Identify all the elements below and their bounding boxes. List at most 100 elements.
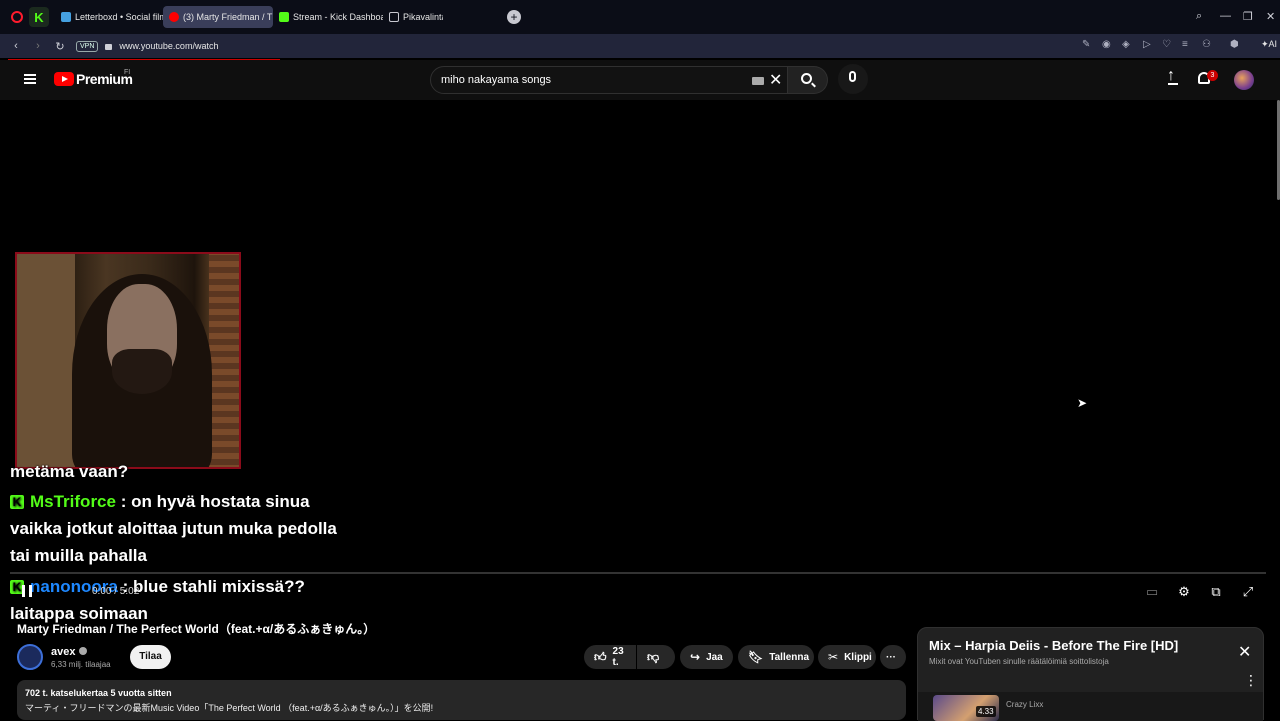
time-display: 0:00 / 5:02 bbox=[92, 586, 140, 597]
ai-button[interactable]: ✦AI bbox=[1261, 39, 1277, 50]
more-vert-icon[interactable]: ⋮ bbox=[1244, 672, 1258, 689]
keyboard-icon[interactable] bbox=[752, 77, 764, 85]
description-text: マーティ・フリードマンの最新Music Video「The Perfect Wo… bbox=[25, 703, 434, 713]
microphone-icon bbox=[849, 71, 856, 82]
mix-artist: Crazy Lixx bbox=[1006, 700, 1044, 709]
like-count: 23 t. bbox=[612, 646, 624, 668]
chat-text: : on hyvä hostata sinua bbox=[115, 492, 310, 511]
thumbs-up-icon: 👍︎ bbox=[594, 649, 607, 664]
mix-list-item[interactable]: 4.33 Crazy Lixx bbox=[918, 692, 1263, 721]
kick-badge-icon: K bbox=[10, 495, 24, 509]
channel-name-text[interactable]: avex bbox=[51, 646, 75, 658]
mix-playlist-panel: Mix – Harpia Deiis - Before The Fire [HD… bbox=[917, 627, 1264, 721]
youtube-favicon-icon bbox=[169, 12, 179, 22]
play-icon[interactable]: ▷ bbox=[1143, 39, 1151, 50]
restore-icon[interactable]: ❐ bbox=[1243, 10, 1253, 23]
search-tabs-icon[interactable]: ⌕ bbox=[1196, 10, 1202, 23]
save-button[interactable]: 🔖︎ Tallenna bbox=[738, 645, 814, 669]
search-input[interactable]: miho nakayama songs ✕ bbox=[430, 66, 788, 94]
youtube-header: Premium FI miho nakayama songs ✕ bbox=[0, 60, 1280, 100]
webcam-wall bbox=[209, 254, 239, 467]
chat-line: tai muilla pahalla bbox=[10, 546, 147, 566]
mix-duration: 4.33 bbox=[976, 706, 996, 717]
share-label: Jaa bbox=[706, 651, 723, 663]
extension-icon[interactable]: ⬢ bbox=[1230, 39, 1239, 50]
tab-youtube[interactable]: (3) Marty Friedman / The P bbox=[163, 6, 273, 28]
forward-icon[interactable]: › bbox=[32, 40, 44, 52]
back-icon[interactable]: ‹ bbox=[10, 40, 22, 52]
more-actions-button[interactable]: ··· bbox=[880, 645, 906, 669]
fullscreen-icon[interactable]: ⤢ bbox=[1240, 584, 1256, 599]
chat-username: MsTriforce bbox=[30, 492, 116, 511]
kick-sidebar-icon[interactable]: K bbox=[29, 7, 49, 27]
channel-avatar[interactable] bbox=[17, 644, 43, 670]
kick-favicon-icon bbox=[279, 12, 289, 22]
mix-subtitle: Mixit ovat YouTuben sinulle räätälöimiä … bbox=[929, 657, 1109, 666]
settings-gear-icon[interactable]: ⚙ bbox=[1176, 584, 1192, 599]
chat-line: vaikka jotkut aloittaa jutun muka pedoll… bbox=[10, 519, 337, 539]
hamburger-menu-icon[interactable] bbox=[24, 74, 36, 84]
subtitles-icon[interactable]: ▭ bbox=[1144, 584, 1160, 599]
browser-tab-strip: K Letterboxd • Social film di (3) Marty … bbox=[0, 0, 1280, 34]
share-button[interactable]: ↪ Jaa bbox=[680, 645, 733, 669]
video-title: Marty Friedman / The Perfect World（feat.… bbox=[17, 622, 376, 636]
camera-icon[interactable]: ◉ bbox=[1102, 39, 1111, 50]
country-code: FI bbox=[124, 69, 131, 76]
edit-icon[interactable]: ✎ bbox=[1082, 39, 1090, 50]
search-query[interactable]: miho nakayama songs bbox=[441, 74, 551, 86]
mix-title[interactable]: Mix – Harpia Deiis - Before The Fire [HD… bbox=[929, 638, 1178, 653]
view-count: 702 t. katselukertaa 5 vuotta sitten bbox=[25, 688, 172, 698]
close-window-icon[interactable]: ✕ bbox=[1266, 10, 1275, 23]
scissors-icon: ✂ bbox=[828, 650, 839, 664]
url-field[interactable]: www.youtube.com/watch bbox=[119, 41, 218, 51]
opera-logo-icon[interactable] bbox=[11, 11, 23, 23]
chat-line: metäma vaan? bbox=[10, 462, 128, 482]
voice-search-button[interactable] bbox=[838, 64, 868, 94]
vpn-badge[interactable]: VPN bbox=[76, 40, 99, 52]
tab-kick-dashboard[interactable]: Stream - Kick Dashboard bbox=[273, 6, 383, 28]
dislike-button[interactable]: 👎︎ bbox=[637, 645, 675, 669]
pause-icon[interactable] bbox=[22, 585, 32, 597]
chat-text: tai muilla pahalla bbox=[10, 546, 147, 565]
tab-letterboxd[interactable]: Letterboxd • Social film di bbox=[55, 6, 163, 28]
menu-icon[interactable]: ≡ bbox=[1182, 39, 1188, 50]
clear-search-icon[interactable]: ✕ bbox=[769, 70, 782, 90]
chat-line: Knanonoora : blue stahli mixissä?? bbox=[10, 577, 305, 597]
clip-label: Klippi bbox=[844, 651, 872, 663]
chat-text: metäma vaan? bbox=[10, 462, 129, 481]
upload-icon[interactable] bbox=[1166, 67, 1180, 87]
webcam-beard bbox=[112, 349, 172, 394]
verified-badge-icon bbox=[79, 647, 88, 655]
account-avatar[interactable] bbox=[1234, 70, 1254, 90]
pointer-icon: ➤ bbox=[1077, 396, 1088, 410]
thumbs-down-icon: 👎︎ bbox=[647, 649, 660, 664]
description-box[interactable]: 702 t. katselukertaa 5 vuotta sitten マーテ… bbox=[17, 680, 906, 720]
miniplayer-icon[interactable]: ⧉ bbox=[1208, 584, 1224, 599]
search-button[interactable] bbox=[788, 66, 828, 94]
letterboxd-favicon-icon bbox=[61, 12, 71, 22]
chat-line: K MsTriforce : on hyvä hostata sinua bbox=[10, 492, 310, 512]
share-icon: ↪ bbox=[690, 650, 701, 664]
close-mix-icon[interactable]: ✕ bbox=[1238, 642, 1251, 662]
heart-icon[interactable]: ♡ bbox=[1162, 39, 1171, 50]
clip-button[interactable]: ✂ Klippi bbox=[818, 645, 876, 669]
subscribe-button[interactable]: Tilaa bbox=[130, 645, 171, 669]
bookmark-icon: 🔖︎ bbox=[748, 650, 764, 664]
youtube-logo-icon[interactable] bbox=[54, 72, 74, 86]
address-bar: ‹ › ↻ VPN www.youtube.com/watch ✎ ◉ ◈ ▷ … bbox=[0, 34, 1280, 58]
minimize-icon[interactable]: — bbox=[1220, 10, 1231, 22]
chat-text: vaikka jotkut aloittaa jutun muka pedoll… bbox=[10, 519, 337, 538]
profile-icon[interactable]: ⚇ bbox=[1202, 39, 1211, 50]
reload-icon[interactable]: ↻ bbox=[54, 40, 66, 53]
progress-bar[interactable] bbox=[10, 572, 1266, 574]
grid-icon bbox=[389, 12, 399, 22]
streamer-webcam bbox=[15, 252, 241, 469]
new-tab-button[interactable]: + bbox=[507, 10, 521, 24]
shield-icon[interactable]: ◈ bbox=[1122, 39, 1130, 50]
channel-name[interactable]: avex bbox=[51, 646, 88, 658]
like-button[interactable]: 👍︎ 23 t. bbox=[584, 645, 636, 669]
chat-text: : blue stahli mixissä?? bbox=[117, 577, 305, 596]
tab-speed-dial[interactable]: Pikavalinta bbox=[383, 6, 443, 28]
lock-icon[interactable] bbox=[105, 44, 113, 50]
subscriber-count: 6,33 milj. tilaajaa bbox=[51, 660, 111, 669]
